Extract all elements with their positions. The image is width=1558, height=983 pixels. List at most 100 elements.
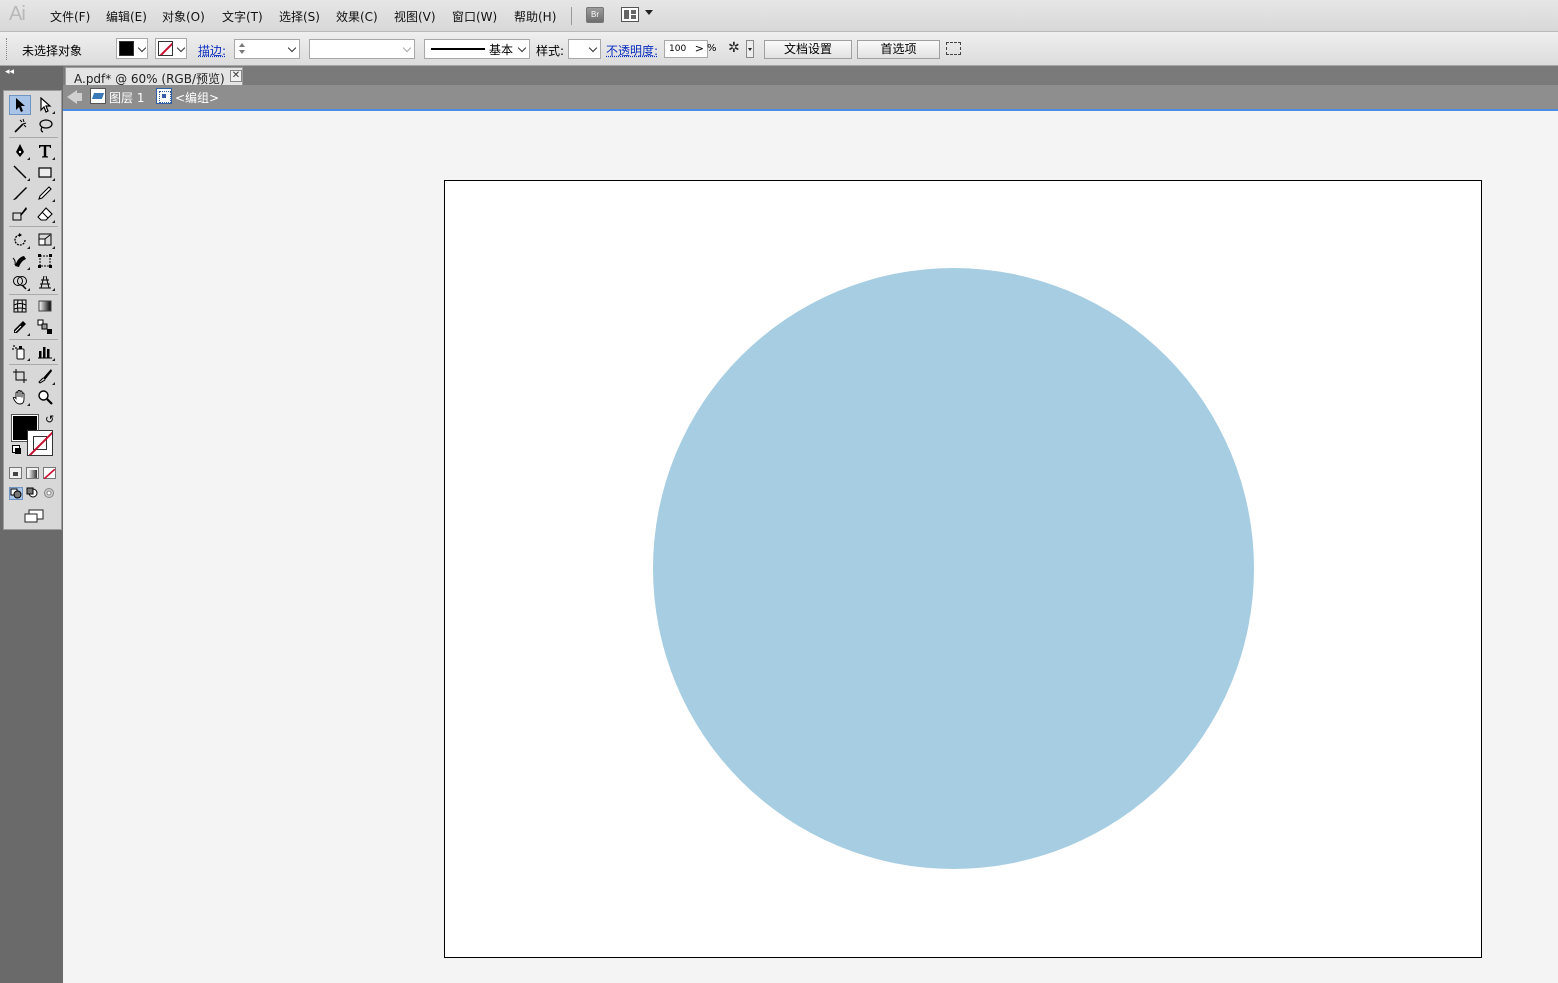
opacity-input[interactable]: 100 > (664, 40, 708, 58)
tool-divider (9, 226, 58, 227)
menu-view[interactable]: 视图(V) (394, 8, 436, 25)
rotate-tool[interactable] (9, 230, 31, 250)
paintbrush-tool[interactable] (9, 183, 31, 203)
gradient-mode-button[interactable] (26, 467, 39, 479)
chevron-down-icon (402, 43, 412, 53)
blob-brush-tool[interactable] (9, 204, 31, 224)
collapse-panel-icon[interactable]: ◂◂ (5, 67, 14, 77)
graphic-style-dropdown[interactable] (568, 39, 601, 59)
eraser-icon (37, 207, 53, 221)
menu-type[interactable]: 文字(T) (222, 8, 263, 25)
back-arrow-tail (76, 93, 82, 101)
workspace-switcher-button[interactable] (621, 7, 657, 23)
perspective-grid-tool[interactable] (34, 272, 56, 292)
layer-icon (90, 88, 106, 104)
bridge-button[interactable]: Br (586, 7, 604, 23)
artboard[interactable] (444, 180, 1482, 958)
stroke-profile-label: 基本 (489, 43, 514, 57)
magic-wand-icon (14, 118, 27, 133)
lasso-icon (39, 119, 53, 133)
draw-normal-icon (10, 488, 22, 499)
color-mode-button[interactable] (9, 467, 22, 479)
direct-selection-tool[interactable] (34, 95, 56, 115)
slice-tool[interactable] (34, 366, 56, 386)
app-logo: Ai (9, 3, 26, 25)
gradient-tool[interactable] (34, 296, 56, 316)
draw-behind-button[interactable] (26, 487, 40, 500)
screen-mode-button[interactable] (23, 509, 45, 523)
symbol-sprayer-tool[interactable] (9, 342, 31, 362)
menu-file[interactable]: 文件(F) (50, 8, 90, 25)
chevron-right-icon[interactable]: > (695, 42, 704, 55)
stroke-color-swatch[interactable] (27, 430, 53, 456)
eyedropper-tool[interactable] (9, 317, 31, 337)
default-fill-stroke-icon[interactable] (12, 445, 22, 455)
brush-definition-dropdown[interactable]: 基本 (424, 39, 530, 59)
chevron-down-icon (645, 10, 653, 15)
breadcrumb-group[interactable]: <编组> (175, 89, 219, 106)
percent-sign: % (707, 43, 717, 54)
blend-icon (37, 319, 52, 334)
artboard-tool[interactable] (9, 366, 31, 386)
eraser-tool[interactable] (34, 204, 56, 224)
pen-nib-icon (16, 144, 24, 157)
zoom-tool[interactable] (34, 387, 56, 407)
menu-object[interactable]: 对象(O) (162, 8, 205, 25)
stroke-weight-dropdown[interactable] (234, 39, 300, 59)
column-graph-tool[interactable] (34, 342, 56, 362)
breadcrumb-layer[interactable]: 图层 1 (109, 89, 144, 106)
type-tool[interactable] (34, 141, 56, 161)
document-setup-button[interactable]: 文档设置 (764, 40, 852, 59)
panel-grip[interactable] (6, 38, 8, 60)
selection-tool[interactable] (9, 95, 31, 115)
spinner-icon[interactable] (239, 43, 245, 55)
stroke-link[interactable]: 描边: (198, 42, 226, 59)
chevron-down-icon (137, 43, 147, 53)
hand-tool[interactable] (9, 387, 31, 407)
scale-tool[interactable] (34, 230, 56, 250)
selection-status: 未选择对象 (22, 44, 83, 58)
panel-menu-icon[interactable] (946, 42, 961, 55)
canvas-area[interactable] (63, 111, 1558, 983)
line-segment-tool[interactable] (9, 162, 31, 182)
circle-shape[interactable] (653, 268, 1254, 869)
blend-tool[interactable] (34, 317, 56, 337)
style-label: 样式: (536, 44, 565, 58)
variable-width-dropdown[interactable] (309, 39, 415, 59)
mesh-grid-icon (13, 299, 27, 313)
rectangle-tool[interactable] (34, 162, 56, 182)
menu-help[interactable]: 帮助(H) (514, 8, 556, 25)
tool-divider (9, 364, 58, 365)
pencil-icon (38, 186, 52, 200)
menu-window[interactable]: 窗口(W) (452, 8, 497, 25)
free-transform-tool[interactable] (34, 251, 56, 271)
swap-fill-stroke-icon[interactable]: ↺ (45, 413, 54, 426)
magic-wand-tool[interactable] (9, 116, 31, 136)
draw-normal-button[interactable] (9, 487, 23, 500)
warp-hand-icon (12, 256, 26, 267)
preferences-button[interactable]: 首选项 (857, 40, 940, 59)
close-icon[interactable]: ✕ (230, 70, 242, 82)
menu-divider (571, 7, 572, 25)
menu-effect[interactable]: 效果(C) (336, 8, 378, 25)
tool-divider (9, 339, 58, 340)
pencil-tool[interactable] (34, 183, 56, 203)
recolor-artwork-button[interactable]: ✲ (728, 40, 754, 58)
mesh-tool[interactable] (9, 296, 31, 316)
menu-edit[interactable]: 编辑(E) (106, 8, 147, 25)
lasso-tool[interactable] (34, 116, 56, 136)
menu-select[interactable]: 选择(S) (279, 8, 320, 25)
warp-tool[interactable] (9, 251, 31, 271)
fill-color-picker[interactable] (116, 38, 148, 59)
rotate-icon (14, 233, 26, 246)
none-mode-button[interactable] (43, 467, 56, 480)
draw-inside-button[interactable] (43, 487, 57, 500)
gradient-swatch-icon (28, 470, 37, 478)
stroke-color-picker[interactable] (155, 38, 187, 59)
paintbrush-icon (13, 187, 27, 200)
opacity-link[interactable]: 不透明度: (606, 42, 658, 59)
shape-builder-tool[interactable] (9, 272, 31, 292)
document-tab[interactable]: A.pdf* @ 60% (RGB/预览) ✕ (65, 67, 243, 86)
pen-tool[interactable] (9, 141, 31, 161)
chevron-down-icon (517, 43, 527, 53)
